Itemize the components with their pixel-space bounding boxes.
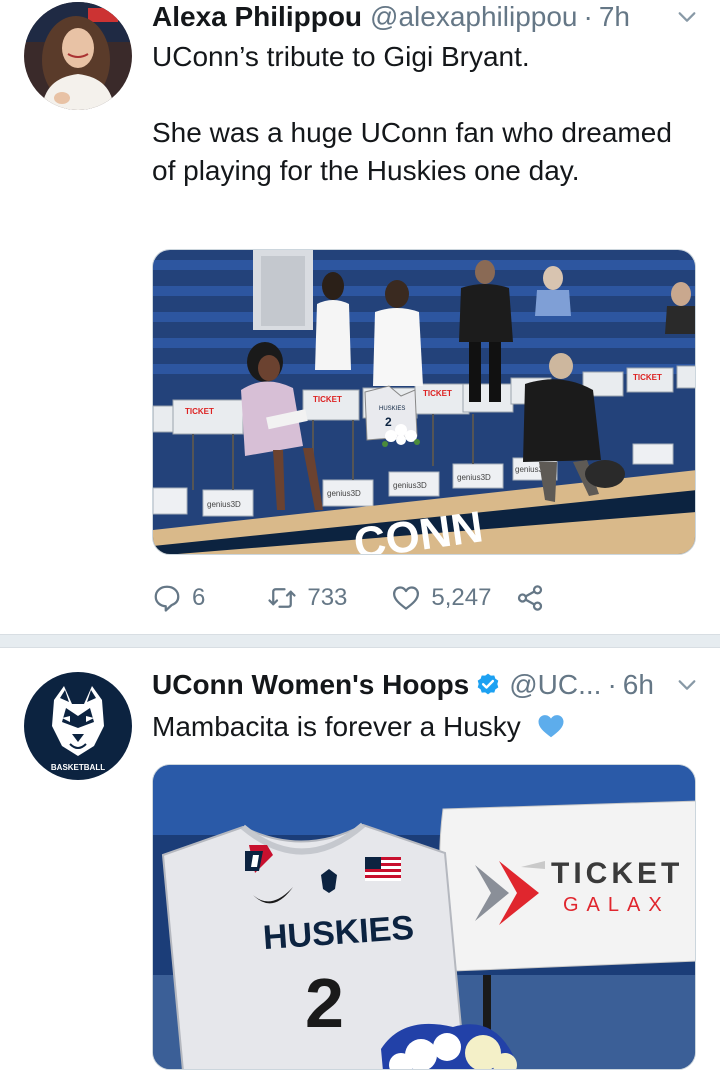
tweet-photo[interactable]: TICKET GALAX HUSKIES 2 — [152, 764, 696, 1070]
avatar[interactable] — [24, 2, 132, 110]
tweet[interactable]: Alexa Philippou @alexaphilippou · 7h UCo… — [0, 0, 720, 634]
avatar[interactable]: BASKETBALL — [24, 672, 132, 780]
display-name[interactable]: Alexa Philippou — [152, 1, 362, 33]
tweet-text-line: UConn’s tribute to Gigi Bryant. — [152, 41, 530, 72]
chevron-down-icon[interactable] — [676, 6, 698, 28]
timestamp[interactable]: 6h — [623, 669, 654, 701]
chevron-down-icon[interactable] — [676, 674, 698, 696]
jersey-number: 2 — [385, 415, 392, 429]
like-count: 5,247 — [431, 584, 492, 611]
timestamp[interactable]: 7h — [599, 1, 630, 33]
tweet-text-line: She was a huge UConn fan who dreamed of … — [152, 117, 672, 186]
tweet-header: UConn Women's Hoops @UC... · 6h — [152, 668, 702, 702]
separator: · — [583, 1, 593, 32]
share-icon — [518, 585, 543, 611]
tweet-header: Alexa Philippou @alexaphilippou · 7h — [152, 0, 702, 34]
sponsor-sign: genius3D — [207, 500, 241, 509]
verified-badge-icon — [477, 673, 499, 695]
tweet-text: UConn’s tribute to Gigi Bryant. She was … — [152, 38, 690, 190]
tweet[interactable]: BASKETBALL UConn Women's Hoops @UC... · … — [0, 648, 720, 1073]
ticket-sign: TICKET — [423, 389, 452, 398]
feed-divider — [0, 634, 720, 648]
separator: · — [607, 669, 617, 700]
user-handle[interactable]: @alexaphilippou — [370, 1, 577, 33]
jersey-text: HUSKIES — [379, 406, 405, 412]
like-button[interactable]: 5,247 — [391, 583, 491, 613]
retweet-count: 733 — [307, 584, 348, 611]
tweet-text: Mambacita is forever a Husky — [152, 708, 690, 746]
avatar-label: BASKETBALL — [51, 763, 105, 772]
tweet-text-line: Mambacita is forever a Husky — [152, 711, 521, 742]
tweet-actions: 6 733 5,247 — [152, 578, 545, 618]
sponsor-sign: genius3D — [327, 489, 361, 498]
ticket-sign: TICKET — [313, 395, 342, 404]
tweet-photo[interactable]: TICKET TICKET TICKET TICKET genius3D gen… — [152, 249, 696, 555]
reply-icon — [154, 585, 180, 612]
user-handle[interactable]: @UC... — [509, 669, 601, 701]
reply-button[interactable]: 6 — [152, 583, 205, 613]
blue-heart-emoji-icon — [538, 715, 564, 738]
retweet-icon — [268, 588, 296, 608]
retweet-button[interactable]: 733 — [267, 583, 347, 613]
jersey-number: 2 — [305, 964, 344, 1042]
display-name[interactable]: UConn Women's Hoops — [152, 669, 469, 701]
ticket-sign: TICKET — [185, 407, 214, 416]
reply-count: 6 — [192, 584, 206, 611]
share-button[interactable] — [515, 583, 545, 613]
sponsor-sign: genius3D — [457, 473, 491, 482]
sponsor-sign: genius3D — [393, 481, 427, 490]
heart-icon — [393, 586, 420, 610]
sponsor-sign: GALAX — [563, 894, 670, 916]
ticket-sign: TICKET — [633, 373, 662, 382]
sponsor-sign: TICKET — [551, 857, 683, 890]
